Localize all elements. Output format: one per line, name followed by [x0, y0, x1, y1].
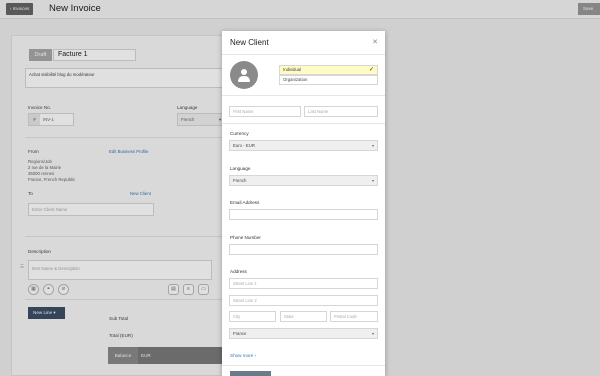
chevron-down-icon: ▾ — [371, 143, 374, 148]
currency-value: Euro - EUR — [233, 143, 255, 148]
city-input[interactable]: City — [229, 311, 276, 322]
avatar-body — [238, 76, 250, 82]
avatar-head — [241, 69, 247, 75]
divider — [222, 365, 385, 366]
chevron-down-icon: ▾ — [371, 331, 374, 336]
street-line-1-input[interactable]: Street Line 1 — [229, 278, 378, 289]
modal-title: New Client — [230, 38, 269, 47]
chevron-down-icon: ▾ — [371, 178, 374, 183]
state-input[interactable]: State — [280, 311, 327, 322]
country-select[interactable]: France ▾ — [229, 328, 378, 339]
save-client-button[interactable] — [230, 371, 271, 376]
check-icon: ✓ — [368, 67, 374, 73]
currency-select[interactable]: Euro - EUR ▾ — [229, 140, 378, 151]
street-line-2-input[interactable]: Street Line 2 — [229, 295, 378, 306]
client-type-individual[interactable]: Individual ✓ — [279, 65, 378, 75]
language-value: French — [233, 178, 247, 183]
postal-code-input[interactable]: Postal Code — [330, 311, 378, 322]
address-label: Address — [230, 269, 247, 274]
language-label: Language — [230, 166, 251, 171]
client-type-label: Individual — [283, 67, 302, 72]
divider — [222, 95, 385, 96]
phone-label: Phone Number — [230, 235, 261, 240]
currency-label: Currency — [230, 131, 249, 136]
new-client-modal: New Client ✕ Individual ✓ Organization F… — [222, 31, 385, 376]
phone-input[interactable] — [229, 244, 378, 255]
first-name-input[interactable]: First Name — [229, 106, 301, 117]
language-select[interactable]: French ▾ — [229, 175, 378, 186]
last-name-input[interactable]: Last Name — [304, 106, 378, 117]
email-label: Email Address — [230, 200, 260, 205]
show-more-link[interactable]: Show more › — [230, 353, 256, 358]
country-value: France — [233, 331, 247, 336]
email-input[interactable] — [229, 209, 378, 220]
avatar-icon[interactable] — [230, 61, 258, 89]
client-type-organization[interactable]: Organization — [279, 75, 378, 85]
close-icon[interactable]: ✕ — [372, 38, 378, 46]
divider — [222, 54, 385, 55]
divider — [222, 123, 385, 124]
client-type-label: Organization — [283, 77, 308, 82]
